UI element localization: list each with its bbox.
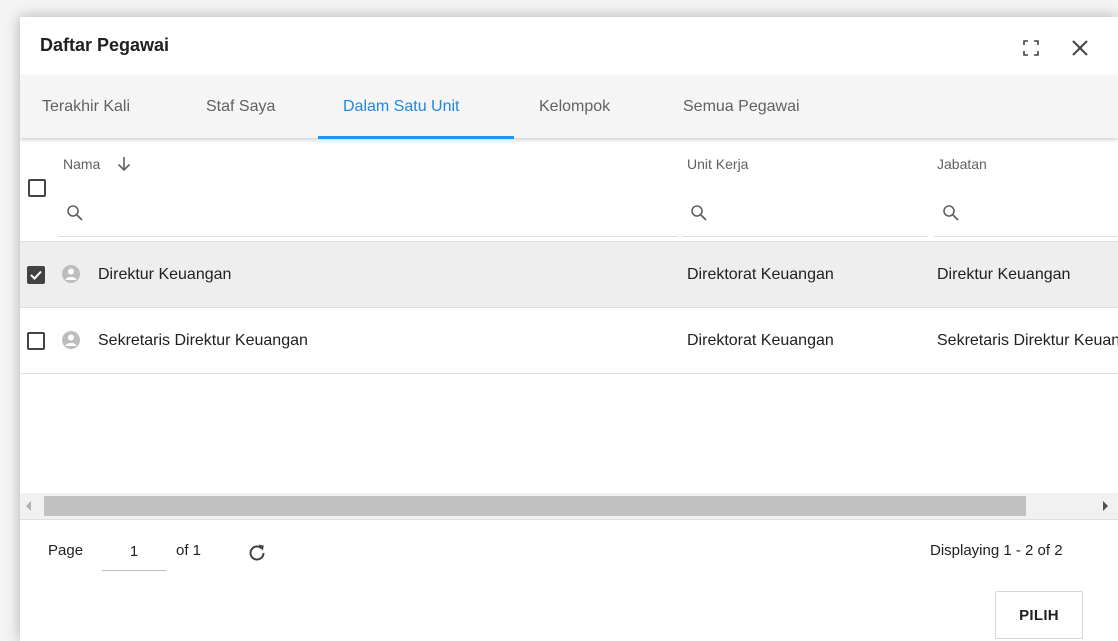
column-header-unit-kerja[interactable]: Unit Kerja [687,156,748,172]
paging-toolbar: Page of 1 Displaying 1 - 2 of 2 [20,519,1118,584]
page-count-label: of 1 [176,542,202,559]
row-checkbox[interactable] [27,266,45,284]
displaying-info: Displaying 1 - 2 of 2 [930,542,1063,559]
cell-nama: Sekretaris Direktur Keuangan [98,332,308,349]
nama-filter-input[interactable] [90,202,664,230]
pilih-button[interactable]: PILIH [995,591,1083,639]
check-icon [30,270,42,280]
cell-unit-kerja: Direktorat Keuangan [687,266,834,283]
tab-staf-saya[interactable]: Staf Saya [206,75,275,138]
arrow-down-icon[interactable] [117,156,131,172]
tab-terakhir-kali[interactable]: Terakhir Kali [42,75,130,138]
search-icon [691,205,707,221]
person-icon [62,265,80,283]
row-checkbox[interactable] [27,332,45,350]
scroll-left-arrow-icon[interactable] [26,501,31,511]
column-title-nama: Nama [63,156,101,172]
cell-unit-kerja: Direktorat Keuangan [687,332,834,349]
search-icon [67,205,83,221]
cell-jabatan: Direktur Keuangan [937,266,1071,283]
horizontal-scrollbar[interactable] [20,493,1118,519]
unit-kerja-filter-input[interactable] [714,202,918,230]
close-icon[interactable] [1069,37,1091,59]
refresh-icon[interactable] [246,542,268,564]
grid-header: Nama Unit Kerja Jabatan [20,138,1118,242]
cell-nama: Direktur Keuangan [98,266,232,283]
search-icon [943,205,959,221]
nama-filter[interactable] [58,200,678,237]
jabatan-filter-input[interactable] [966,202,1110,230]
scroll-right-arrow-icon[interactable] [1103,501,1108,511]
select-all-checkbox[interactable] [28,179,46,197]
page-label: Page [48,542,84,559]
active-tab-indicator [318,136,514,139]
tab-kelompok[interactable]: Kelompok [539,75,610,138]
jabatan-filter[interactable] [934,200,1118,237]
unit-kerja-filter[interactable] [682,200,928,237]
table-row[interactable]: Direktur Keuangan Direktorat Keuangan Di… [20,242,1118,308]
person-icon [62,331,80,349]
dialog-title-bar: Daftar Pegawai [20,17,1118,75]
tab-bar: Terakhir Kali Staf Saya Dalam Satu Unit … [20,75,1118,138]
table-row[interactable]: Sekretaris Direktur Keuangan Direktorat … [20,308,1118,374]
page-number-input[interactable] [102,532,166,571]
maximize-icon[interactable] [1022,39,1040,57]
daftar-pegawai-dialog: Daftar Pegawai Terakhir Kali Staf Saya D… [20,17,1118,641]
dialog-title: Daftar Pegawai [40,35,170,55]
cell-jabatan: Sekretaris Direktur Keuangan [937,332,1118,349]
scrollbar-thumb[interactable] [44,496,1026,516]
column-header-jabatan[interactable]: Jabatan [937,156,987,172]
tab-semua-pegawai[interactable]: Semua Pegawai [683,75,800,138]
tab-dalam-satu-unit[interactable]: Dalam Satu Unit [343,75,460,138]
column-header-nama[interactable]: Nama [63,156,100,172]
